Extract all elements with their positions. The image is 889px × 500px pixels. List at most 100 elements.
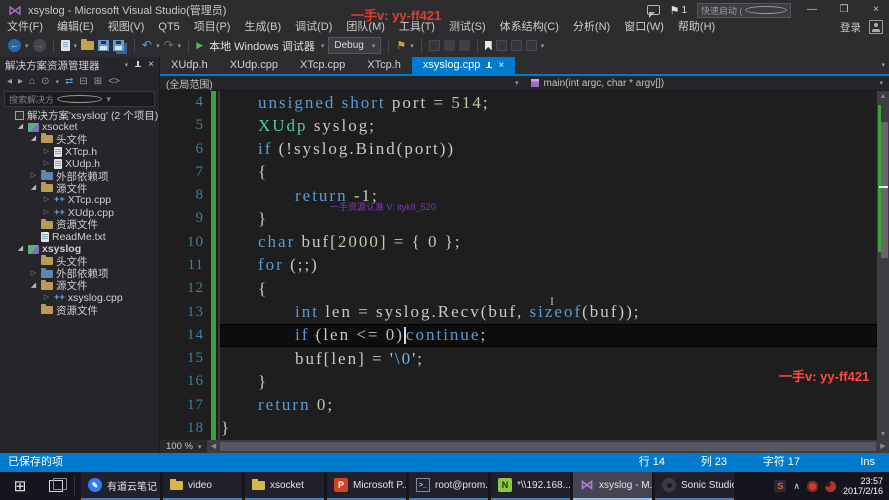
menu-item[interactable]: 调试(D) (288, 20, 339, 34)
expand-arrow-icon[interactable]: ▷ (42, 292, 51, 304)
sync-icon[interactable]: ⇄ (65, 76, 73, 87)
scroll-right-icon[interactable]: ▶ (877, 440, 889, 453)
scroll-up-icon[interactable]: ▲ (877, 91, 889, 102)
tree-item[interactable]: ◢头文件 (0, 133, 159, 145)
quick-launch-input[interactable]: 快速启动 (Ctrl+Q) (697, 3, 791, 18)
feedback-icon[interactable] (647, 5, 660, 15)
taskbar-button[interactable]: xsocket (245, 472, 324, 500)
debugger-label[interactable]: 本地 Windows 调试器 (209, 38, 315, 54)
collapse-arrow-icon[interactable]: ◢ (29, 133, 38, 145)
toolbar-overflow-dropdown[interactable]: ▾ (541, 42, 545, 50)
expand-arrow-icon[interactable]: ▷ (29, 170, 38, 182)
start-button[interactable]: ⊞ (0, 472, 40, 500)
scroll-down-icon[interactable]: ▼ (877, 429, 889, 440)
code-line[interactable]: 16} (160, 370, 877, 393)
code-line[interactable]: 12{ (160, 277, 877, 300)
editor-tab[interactable]: xsyslog.cpp× (412, 57, 515, 74)
menu-item[interactable]: 编辑(E) (50, 20, 101, 34)
menu-item[interactable]: 团队(M) (339, 20, 392, 34)
undo-icon[interactable]: ↶ (142, 39, 152, 52)
new-file-dropdown[interactable]: ▾ (74, 42, 78, 50)
attach-flag-icon[interactable]: ⚑ (396, 39, 406, 52)
taskbar-button[interactable]: >_root@prom... (409, 472, 488, 500)
bookmark-icon[interactable] (485, 41, 492, 51)
taskbar-button[interactable]: Sonic Studio (655, 472, 734, 500)
panel-options-dropdown[interactable]: ▾ (125, 61, 129, 69)
code-line[interactable]: 8return -1; (160, 184, 877, 207)
code-line[interactable]: 4unsigned short port = 514; (160, 91, 877, 114)
tray-app-icon[interactable]: S (774, 480, 786, 492)
code-line[interactable]: 13int len = syslog.Recv(buf, sizeof(buf)… (160, 300, 877, 323)
taskbar-button[interactable]: PMicrosoft P... (327, 472, 406, 500)
horizontal-scroll-thumb[interactable] (220, 442, 876, 451)
solution-search-input[interactable]: 搜索解决方案资源管理器(Ctrl+;) ▾ (4, 91, 155, 107)
taskbar-button[interactable]: video (163, 472, 242, 500)
vertical-scroll-thumb[interactable] (881, 122, 888, 258)
open-file-icon[interactable] (81, 41, 94, 50)
redo-icon[interactable]: ↷ (164, 39, 174, 52)
toolbar-icon-find[interactable] (429, 40, 440, 51)
editor-tab[interactable]: XTcp.h (356, 57, 412, 74)
tree-back-icon[interactable]: ◂ (7, 76, 12, 87)
expand-arrow-icon[interactable]: ▷ (42, 146, 51, 158)
menu-item[interactable]: 生成(B) (237, 20, 288, 34)
tree-item[interactable]: 解决方案'xsyslog' (2 个项目) (0, 109, 159, 121)
menu-item[interactable]: 分析(N) (566, 20, 617, 34)
taskbar-button[interactable]: N*\\192.168... (491, 472, 570, 500)
panel-close-icon[interactable]: × (148, 60, 154, 70)
redo-dropdown[interactable]: ▾ (178, 42, 182, 50)
tree-item[interactable]: ReadMe.txt (0, 231, 159, 243)
navigate-back-dropdown[interactable]: ▾ (25, 42, 29, 50)
account-avatar[interactable] (869, 20, 883, 34)
configuration-select[interactable]: Debug ▾ (328, 37, 381, 54)
toolbar-icon-3[interactable] (526, 40, 537, 51)
tree-item[interactable]: ▷XTcp.h (0, 146, 159, 158)
tab-well-dropdown[interactable]: ▾ (881, 61, 885, 69)
menu-item[interactable]: 文件(F) (0, 20, 50, 34)
editor-tab[interactable]: XUdp.h (160, 57, 219, 74)
home-icon[interactable]: ⌂ (29, 76, 35, 87)
task-view-button[interactable] (40, 472, 72, 500)
undo-dropdown[interactable]: ▾ (156, 42, 160, 50)
collapse-arrow-icon[interactable]: ◢ (16, 243, 25, 255)
toolbar-icon-step[interactable] (444, 40, 455, 51)
new-file-icon[interactable] (61, 40, 70, 51)
tray-expand-icon[interactable]: ∧ (793, 481, 800, 492)
scope-breadcrumb[interactable]: (全局范围) ▾ (160, 76, 525, 90)
scope-dropdown[interactable]: ▾ (56, 78, 60, 86)
expand-arrow-icon[interactable]: ▷ (42, 207, 51, 219)
code-line[interactable]: 11for (;;) (160, 254, 877, 277)
pin-icon[interactable] (485, 62, 493, 70)
maximize-button[interactable]: ❐ (833, 1, 855, 19)
recording-status-icon[interactable] (825, 481, 836, 492)
toolbar-icon-comment[interactable] (459, 40, 470, 51)
tree-item[interactable]: 资源文件 (0, 219, 159, 231)
expand-arrow-icon[interactable]: ▷ (42, 194, 51, 206)
menu-item[interactable]: QT5 (151, 20, 186, 34)
member-breadcrumb[interactable]: main(int argc, char * argv[]) ▾ (525, 76, 889, 90)
horizontal-scrollbar[interactable]: ◀ ▶ (207, 440, 889, 453)
menu-item[interactable]: 项目(P) (187, 20, 238, 34)
start-debug-icon[interactable]: ▶ (196, 40, 203, 51)
menu-item[interactable]: 体系结构(C) (493, 20, 566, 34)
code-line[interactable]: 6if (!syslog.Bind(port)) (160, 138, 877, 161)
vertical-scrollbar[interactable]: ▲ ▼ (877, 91, 889, 440)
sign-in-button[interactable]: 登录 (840, 20, 861, 35)
close-button[interactable]: × (865, 1, 887, 19)
code-line[interactable]: 5XUdp syslog; (160, 114, 877, 137)
expand-arrow-icon[interactable]: ▷ (42, 158, 51, 170)
code-line[interactable]: 17return 0; (160, 393, 877, 416)
taskbar-clock[interactable]: 23:57 2017/2/16 (843, 476, 883, 496)
code-lines[interactable]: 4unsigned short port = 514;5XUdp syslog;… (160, 91, 877, 440)
collapse-arrow-icon[interactable]: ◢ (16, 121, 25, 133)
taskbar-button[interactable]: ⋈xsyslog - M... (573, 472, 652, 500)
tree-forward-icon[interactable]: ▸ (18, 76, 23, 87)
scroll-left-icon[interactable]: ◀ (207, 440, 219, 453)
notifications-button[interactable]: ⚑ 1 (670, 4, 687, 17)
collapse-arrow-icon[interactable]: ◢ (29, 280, 38, 292)
tree-item[interactable]: ◢源文件 (0, 280, 159, 292)
toolbar-icon-2[interactable] (511, 40, 522, 51)
debugger-dropdown[interactable]: ▾ (321, 42, 325, 50)
close-icon[interactable]: × (498, 61, 504, 71)
tree-item[interactable]: ▷++XTcp.cpp (0, 194, 159, 206)
